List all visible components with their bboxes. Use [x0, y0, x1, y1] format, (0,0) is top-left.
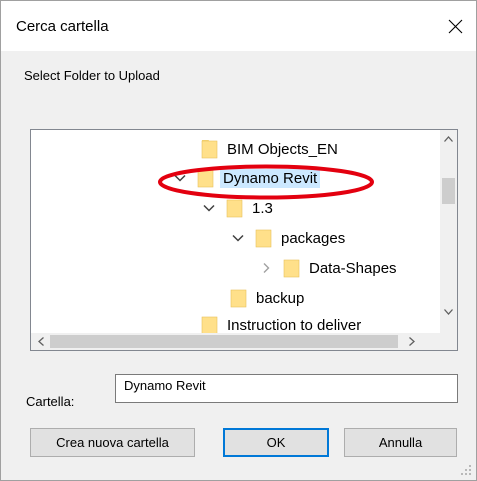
new-folder-button[interactable]: Crea nuova cartella: [30, 428, 195, 457]
chevron-right-icon: [408, 337, 415, 346]
chevron-down-icon: [203, 204, 215, 212]
folder-icon: [255, 229, 272, 248]
vertical-scroll-thumb[interactable]: [442, 178, 455, 204]
scroll-left-button[interactable]: [32, 333, 49, 350]
tree-item-dynamo-revit[interactable]: Dynamo Revit: [173, 165, 321, 191]
folder-field-label: Cartella:: [26, 394, 75, 409]
close-button[interactable]: [438, 9, 472, 43]
chevron-down-icon: [232, 234, 244, 242]
tree-item-label: Data-Shapes: [309, 259, 397, 277]
folder-icon: [226, 199, 243, 218]
ok-button[interactable]: OK: [223, 428, 329, 457]
expander-button[interactable]: [231, 231, 245, 245]
folder-tree[interactable]: BIM Objects_EN Dynamo Revit 1.3 packages: [30, 129, 458, 351]
expander-button[interactable]: [259, 261, 273, 275]
tree-item-1-3[interactable]: 1.3: [202, 195, 276, 221]
folder-input[interactable]: [115, 374, 458, 403]
scrollbar-corner: [440, 333, 457, 350]
browse-folder-dialog: Cerca cartella Select Folder to Upload B…: [0, 0, 477, 481]
dialog-prompt: Select Folder to Upload: [24, 68, 160, 83]
tree-item-backup[interactable]: backup: [230, 285, 307, 311]
resize-grip-icon[interactable]: [460, 464, 472, 476]
expander-button[interactable]: [202, 201, 216, 215]
tree-item-label: backup: [256, 289, 305, 307]
title-bar: Cerca cartella: [1, 1, 476, 51]
chevron-right-icon: [263, 263, 270, 273]
tree-item-label: packages: [281, 229, 346, 247]
horizontal-scrollbar[interactable]: [31, 333, 457, 350]
chevron-down-icon: [174, 174, 186, 182]
folder-icon: [283, 259, 300, 278]
window-title: Cerca cartella: [16, 18, 109, 35]
scroll-down-button[interactable]: [440, 303, 457, 320]
folder-icon: [201, 316, 218, 335]
tree-item-data-shapes[interactable]: Data-Shapes: [259, 255, 400, 281]
folder-icon: [197, 169, 214, 188]
tree-item-label: Dynamo Revit: [220, 168, 321, 188]
cancel-button[interactable]: Annulla: [344, 428, 457, 457]
tree-item-label: BIM Objects_EN: [227, 140, 338, 158]
expander-button[interactable]: [173, 171, 187, 185]
scroll-right-button[interactable]: [403, 333, 420, 350]
close-icon: [448, 19, 462, 33]
folder-icon: [230, 289, 247, 308]
tree-item-bim-objects[interactable]: BIM Objects_EN: [201, 136, 341, 162]
folder-icon: [201, 140, 218, 159]
tree-item-label: Instruction to deliver: [227, 316, 362, 334]
scroll-up-button[interactable]: [440, 130, 457, 147]
tree-item-label: 1.3: [252, 199, 273, 217]
chevron-up-icon: [444, 135, 453, 142]
chevron-down-icon: [444, 308, 453, 315]
tree-item-packages[interactable]: packages: [231, 225, 348, 251]
horizontal-scroll-thumb[interactable]: [50, 335, 398, 348]
vertical-scrollbar[interactable]: [440, 130, 457, 335]
chevron-left-icon: [37, 337, 44, 346]
